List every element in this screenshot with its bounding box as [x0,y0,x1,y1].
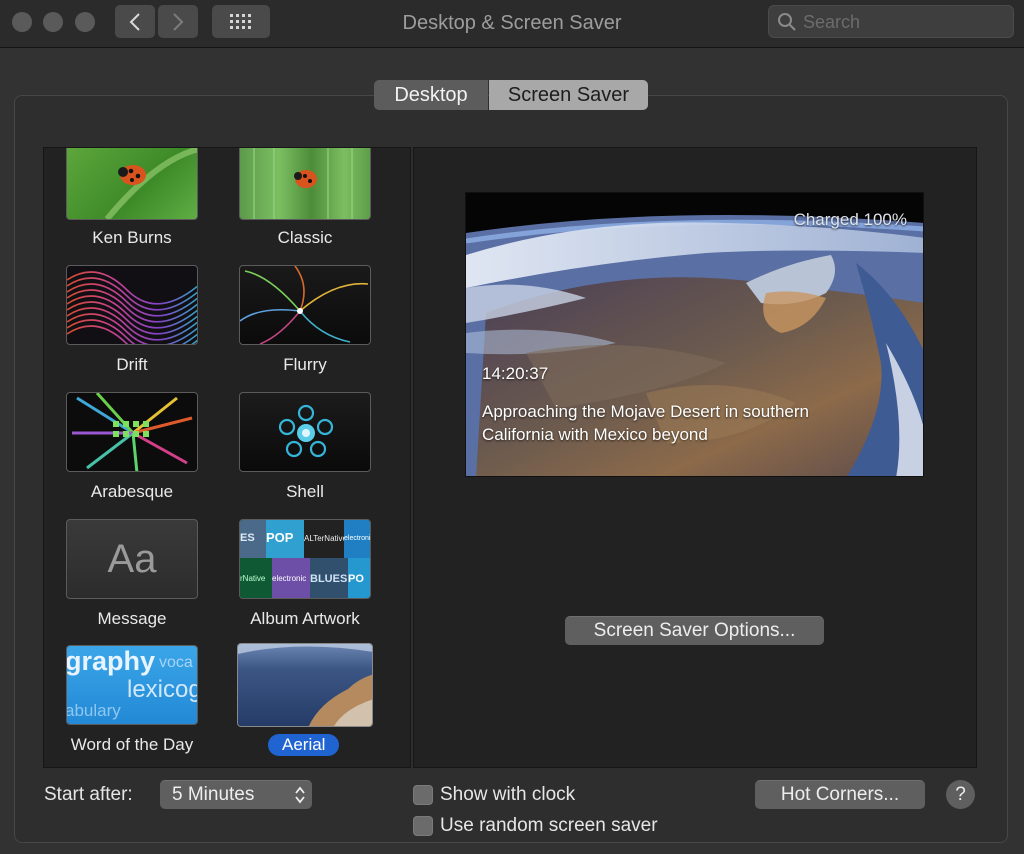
random-screen-saver-label[interactable]: Use random screen saver [440,815,658,837]
screen-saver-label: Classic [277,228,333,247]
aerial-thumbnail [237,643,373,727]
random-screen-saver-checkbox[interactable] [413,816,433,836]
ken-burns-thumbnail [66,148,198,220]
screen-saver-preview: Charged 100% 14:20:37 Approaching the Mo… [465,192,924,477]
screen-saver-label: Album Artwork [250,609,360,628]
search-input[interactable] [803,10,1003,34]
screen-saver-label: Message [97,609,167,628]
drift-thumbnail [66,265,198,345]
screen-saver-label: Drift [116,355,148,374]
up-down-arrows-icon [295,786,305,804]
search-field[interactable] [768,5,1014,38]
word-of-the-day-thumbnail: graphy voca lexicog abulary [66,645,198,725]
battery-status: Charged 100% [793,210,907,229]
preview-clock: 14:20:37 [482,364,549,383]
classic-thumbnail [239,148,371,220]
hot-corners-button[interactable]: Hot Corners... [755,780,925,809]
start-after-value: 5 Minutes [172,784,255,805]
arabesque-thumbnail [66,392,198,472]
ladybug-icon [118,165,146,185]
start-after-label: Start after: [44,784,133,805]
show-with-clock-label[interactable]: Show with clock [440,784,575,806]
tab-screen-saver[interactable]: Screen Saver [489,80,648,110]
ladybug-icon [294,170,317,188]
album-artwork-thumbnail: ES POP ALTerNative electronic rNative el… [239,519,371,599]
tab-desktop[interactable]: Desktop [374,80,488,110]
help-icon: ? [955,783,966,805]
shell-thumbnail [239,392,371,472]
preview-caption-line-1: Approaching the Mojave Desert in souther… [482,402,809,421]
start-after-popup[interactable]: 5 Minutes [160,780,312,809]
screen-saver-label: Flurry [283,355,327,374]
search-icon [778,13,796,31]
screen-saver-label: Arabesque [90,482,174,501]
screen-saver-label: Word of the Day [70,735,194,754]
preview-caption-line-2: California with Mexico beyond [482,425,708,444]
message-thumbnail-text: Aa [107,536,157,581]
show-with-clock-checkbox[interactable] [413,785,433,805]
screen-saver-options-button[interactable]: Screen Saver Options... [565,616,824,645]
screen-saver-label: Ken Burns [92,228,172,247]
screen-saver-list[interactable]: Ken Burns Classic Drift Flurry Arabesque… [43,147,411,768]
help-button[interactable]: ? [946,780,975,809]
title-bar: Desktop & Screen Saver [0,0,1024,48]
screen-saver-label: Shell [286,482,324,501]
screen-saver-label-selected: Aerial [268,734,340,756]
message-thumbnail: Aa [66,519,198,599]
flurry-thumbnail [239,265,371,345]
